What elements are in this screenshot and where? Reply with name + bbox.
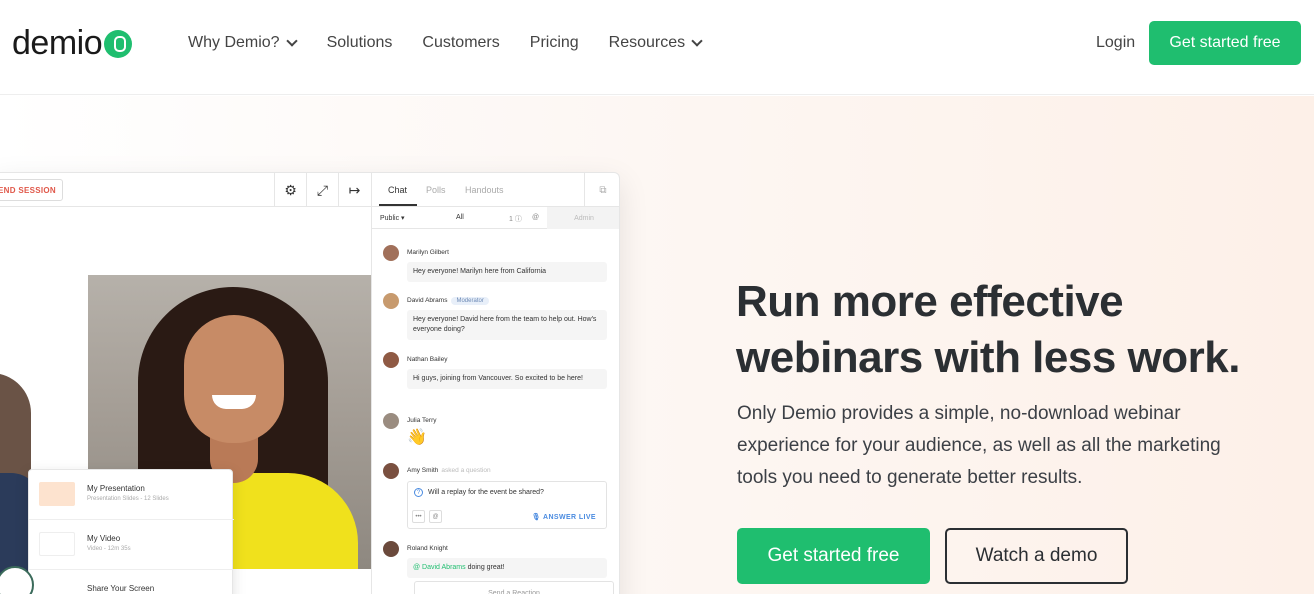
chat-tabs: Chat Polls Handouts ⧉ <box>372 173 619 207</box>
presenter-face <box>184 315 284 443</box>
content-item-title: Share Your Screen <box>87 584 155 593</box>
product-screenshot: END SESSION ⚙ ⤢ ↦ My Presentation Presen… <box>0 172 620 594</box>
answer-live-button: 🎙 ANSWER LIVE <box>531 514 596 521</box>
content-item-subtitle: Video - 12m 35s <box>87 546 131 552</box>
question-count: 1 ⓘ <box>509 216 522 223</box>
nav-why-demio-label: Why Demio? <box>188 34 280 51</box>
chat-panel: Chat Polls Handouts ⧉ Public ▾ All 1 ⓘ @… <box>372 173 619 594</box>
question-text-line: ? Will a replay for the event be shared? <box>414 488 544 497</box>
mention-icon: @ <box>429 510 442 523</box>
avatar <box>383 541 399 557</box>
login-link[interactable]: Login <box>1096 34 1135 52</box>
chevron-down-icon <box>691 35 703 47</box>
question-note: asked a question <box>441 467 491 474</box>
watch-demo-button[interactable]: Watch a demo <box>945 528 1128 584</box>
avatar <box>383 293 399 309</box>
filter-public: Public ▾ <box>380 215 405 222</box>
question-icon: ? <box>414 488 423 497</box>
nav-customers-label: Customers <box>422 34 500 51</box>
microphone-icon <box>104 30 133 58</box>
message-author: Amy Smith <box>407 467 439 474</box>
content-item-title: My Presentation <box>87 484 145 493</box>
avatar <box>383 413 399 429</box>
demio-logo[interactable]: demio <box>12 24 133 62</box>
filter-all: All <box>456 214 464 221</box>
message-text: Hey everyone! David here from the team t… <box>407 310 607 340</box>
avatar <box>383 245 399 261</box>
content-item: Share Your Screen <box>29 570 234 594</box>
waving-hand-emoji: 👋 <box>407 429 427 446</box>
reaction-input: Send a Reaction <box>414 581 614 594</box>
nav-resources-label: Resources <box>608 34 686 51</box>
nav-solutions[interactable]: Solutions <box>327 32 393 54</box>
tab-polls: Polls <box>426 185 446 195</box>
expand-icon: ⤢ <box>306 173 338 207</box>
nav-why-demio[interactable]: Why Demio? <box>188 32 298 54</box>
content-menu: My Presentation Presentation Slides - 12… <box>28 469 234 594</box>
question-card: ? Will a replay for the event be shared?… <box>407 481 607 529</box>
message-author-line: David Abrams Moderator <box>407 297 489 305</box>
avatar <box>383 463 399 479</box>
exit-icon: ↦ <box>338 173 370 207</box>
top-nav: demio Why Demio? Solutions Customers Pri… <box>0 0 1314 95</box>
mention-icon: @ <box>532 214 540 221</box>
tab-handouts: Handouts <box>465 185 504 195</box>
message-text: Hi guys, joining from Vancouver. So exci… <box>407 369 607 389</box>
filter-public-label: Public <box>380 215 400 222</box>
message-text-line: @ David Abrams doing great! <box>407 558 607 578</box>
admin-tab: Admin <box>547 207 619 229</box>
message-author: Julia Terry <box>407 417 437 424</box>
avatar <box>383 352 399 368</box>
nav-links: Why Demio? Solutions Customers Pricing R… <box>188 32 703 54</box>
hero-headline: Run more effective webinars with less wo… <box>736 277 1240 382</box>
stage-toolbar: END SESSION ⚙ ⤢ ↦ <box>0 173 372 207</box>
answer-live-label: ANSWER LIVE <box>542 514 596 521</box>
gear-icon: ⚙ <box>274 173 306 207</box>
question-count-value: 1 <box>509 216 513 223</box>
message-author: David Abrams <box>407 297 448 304</box>
question-text: Will a replay for the event be shared? <box>428 489 544 496</box>
moderator-badge: Moderator <box>451 297 489 305</box>
mention-tag: @ David Abrams <box>413 564 466 571</box>
message-text: Hey everyone! Marilyn here from Californ… <box>407 262 607 282</box>
tab-chat: Chat <box>388 185 408 195</box>
more-icon: ••• <box>412 510 425 523</box>
nav-pricing-label: Pricing <box>529 34 579 51</box>
chevron-down-icon <box>285 35 298 47</box>
slides-thumbnail <box>39 482 75 506</box>
nav-solutions-label: Solutions <box>326 34 393 51</box>
popout-icon: ⧉ <box>584 173 619 207</box>
message-author: Roland Knight <box>407 545 448 552</box>
content-item: My Presentation Presentation Slides - 12… <box>29 470 234 520</box>
hero-subcopy: Only Demio provides a simple, no-downloa… <box>737 403 1221 488</box>
content-item: My Video Video - 12m 35s <box>29 520 234 570</box>
message-author: Marilyn Gilbert <box>407 249 449 256</box>
nav-pricing[interactable]: Pricing <box>530 32 579 54</box>
stage-area: END SESSION ⚙ ⤢ ↦ My Presentation Presen… <box>0 173 372 594</box>
logo-wordmark: demio <box>12 24 103 62</box>
nav-customers[interactable]: Customers <box>422 32 499 54</box>
get-started-button[interactable]: Get started free <box>737 528 930 584</box>
video-thumbnail <box>39 532 75 556</box>
end-session-button: END SESSION <box>0 179 63 201</box>
nav-get-started-button[interactable]: Get started free <box>1149 21 1301 65</box>
nav-resources[interactable]: Resources <box>608 32 703 54</box>
chat-filter-bar: Public ▾ All 1 ⓘ @ Admin <box>372 207 619 229</box>
content-item-subtitle: Presentation Slides - 12 Slides <box>87 496 169 502</box>
content-item-title: My Video <box>87 534 121 543</box>
message-author-line: Amy Smith asked a question <box>407 467 491 474</box>
message-author: Nathan Bailey <box>407 356 448 363</box>
message-text: doing great! <box>467 564 505 571</box>
question-actions: ••• @ <box>412 510 442 523</box>
active-tab-indicator <box>379 204 417 206</box>
